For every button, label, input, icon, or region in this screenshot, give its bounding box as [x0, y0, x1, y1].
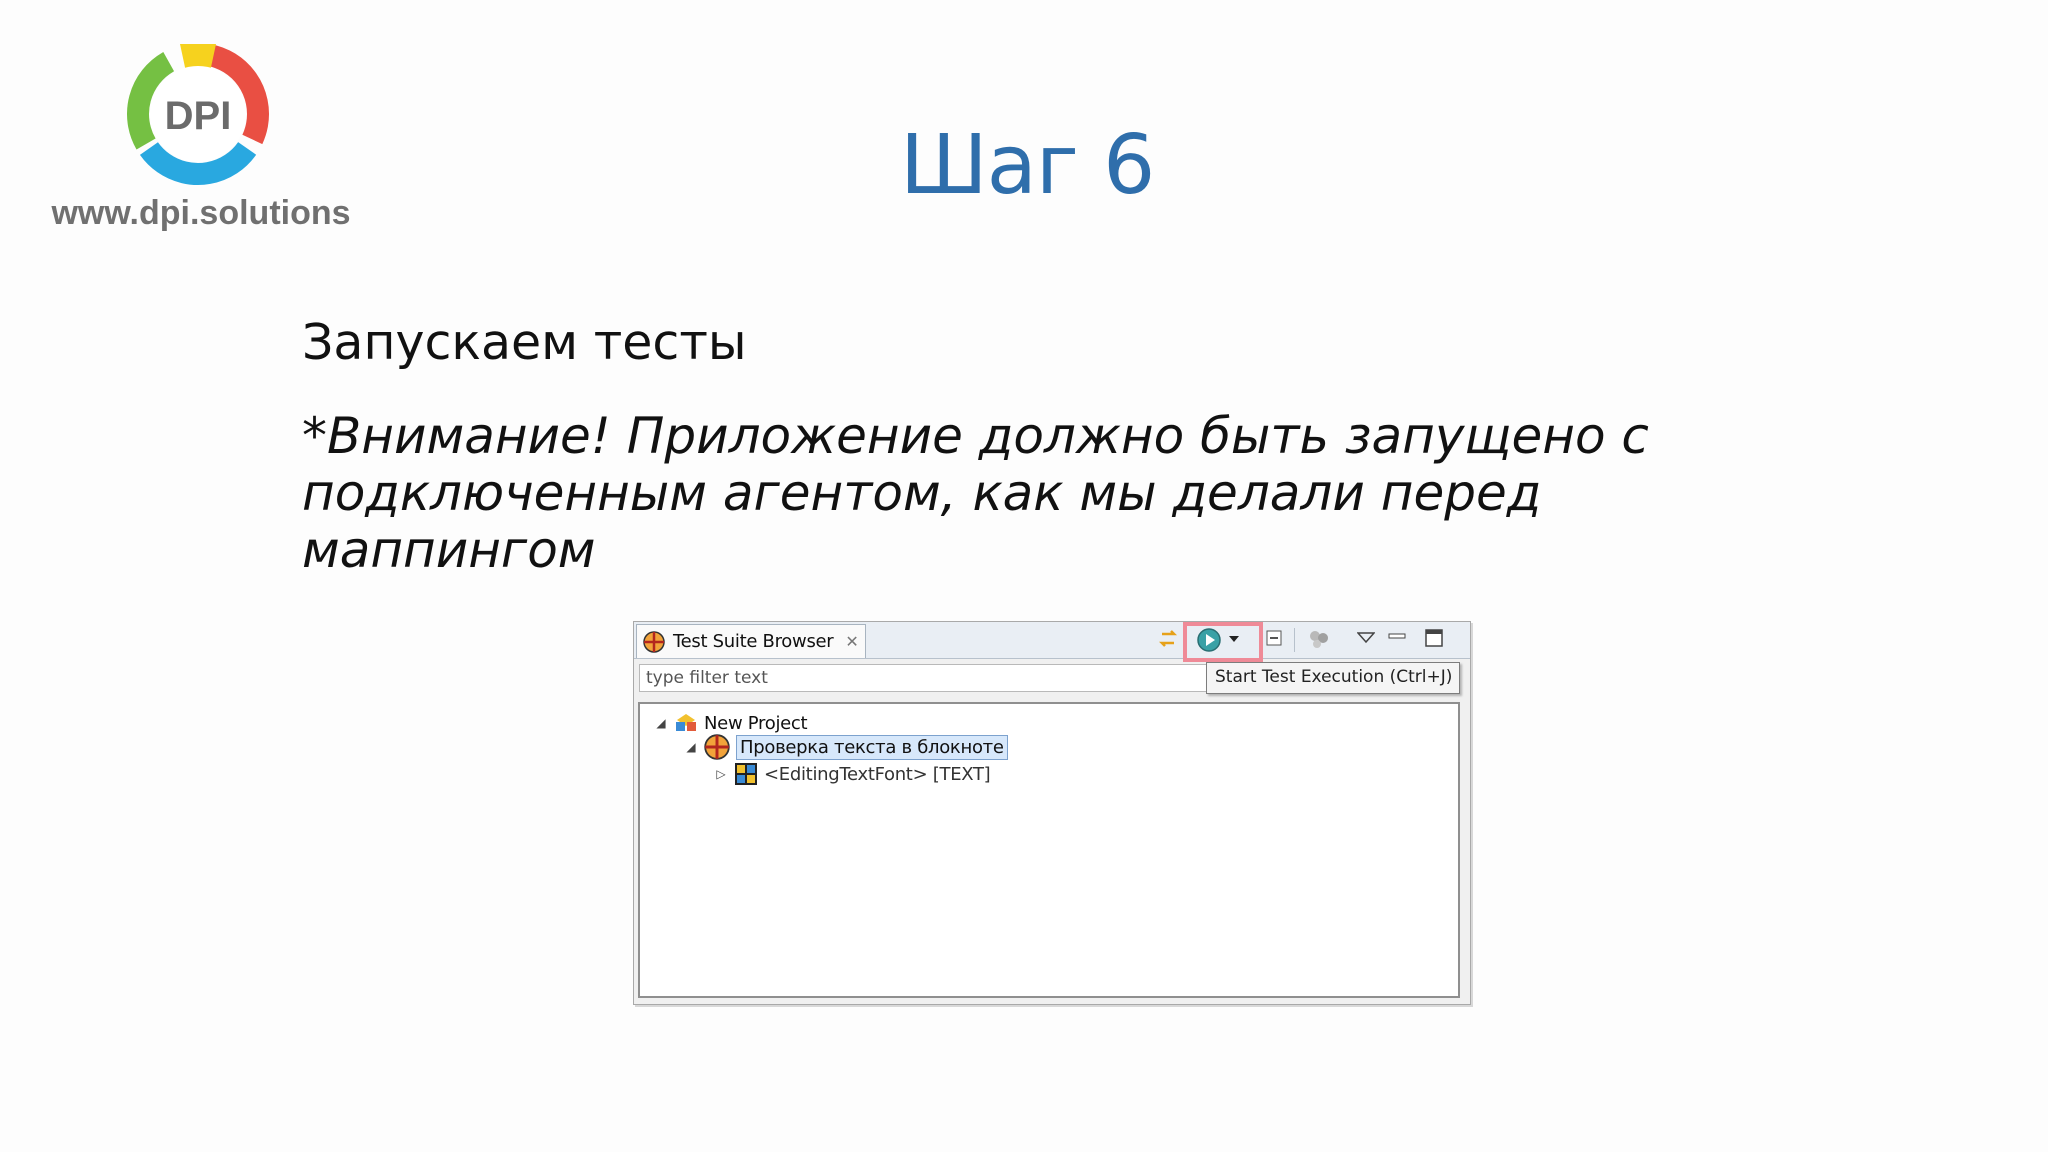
tree-node-test-suite[interactable]: ◢ Проверка текста в блокноте — [684, 734, 1008, 760]
collapse-all-icon[interactable] — [1264, 628, 1284, 648]
view-toolbar: Test Suite Browser ✕ — [634, 622, 1470, 662]
tree-node-label: Проверка текста в блокноте — [736, 734, 1008, 760]
attention-line: *Внимание! Приложение должно быть запуще… — [302, 407, 1649, 465]
maximize-icon[interactable] — [1425, 629, 1443, 647]
tree-node-test-case[interactable]: ▷ <EditingTextFont> [TEXT] — [714, 762, 991, 786]
test-suite-icon — [704, 734, 730, 760]
attention-line: маппингом — [302, 521, 596, 579]
slide-subtitle: Запускаем тесты — [302, 314, 747, 371]
start-test-tooltip: Start Test Execution (Ctrl+J) — [1206, 662, 1460, 694]
project-icon — [676, 714, 696, 731]
expanded-arrow-icon[interactable]: ◢ — [684, 740, 698, 754]
test-suite-icon — [643, 630, 665, 653]
tree-node-label: <EditingTextFont> [TEXT] — [764, 763, 991, 785]
link-editor-icon[interactable] — [1159, 628, 1179, 650]
view-menu-icon[interactable] — [1357, 632, 1375, 644]
close-icon[interactable]: ✕ — [845, 632, 858, 651]
filter-icon[interactable] — [1307, 628, 1331, 650]
filter-input[interactable]: type filter text — [639, 664, 1209, 692]
attention-note: *Внимание! Приложение должно быть запуще… — [302, 408, 1702, 579]
minimize-icon[interactable] — [1388, 630, 1406, 642]
dpi-logo: DPI www.dpi.solutions — [36, 36, 366, 236]
tab-test-suite-browser[interactable]: Test Suite Browser ✕ — [636, 624, 866, 658]
toolbar-separator — [1294, 628, 1295, 652]
svg-text:DPI: DPI — [165, 94, 232, 138]
dpi-logo-icon: DPI — [127, 43, 269, 185]
collapsed-arrow-icon[interactable]: ▷ — [714, 767, 728, 781]
slide-title: Шаг 6 — [900, 118, 1155, 213]
logo-url: www.dpi.solutions — [51, 194, 351, 232]
attention-line: подключенным агентом, как мы делали пере… — [302, 464, 1542, 522]
test-suite-browser-panel: Test Suite Browser ✕ type filter text St… — [633, 621, 1471, 1005]
test-suite-tree: ◢ New Project ◢ Проверка текста в блокно… — [638, 702, 1460, 998]
tab-label: Test Suite Browser — [673, 631, 834, 652]
tree-node-label: New Project — [704, 712, 808, 734]
test-case-icon — [735, 763, 757, 785]
tree-node-project[interactable]: ◢ New Project — [654, 712, 807, 734]
start-test-highlight — [1183, 622, 1263, 662]
expanded-arrow-icon[interactable]: ◢ — [654, 716, 668, 730]
